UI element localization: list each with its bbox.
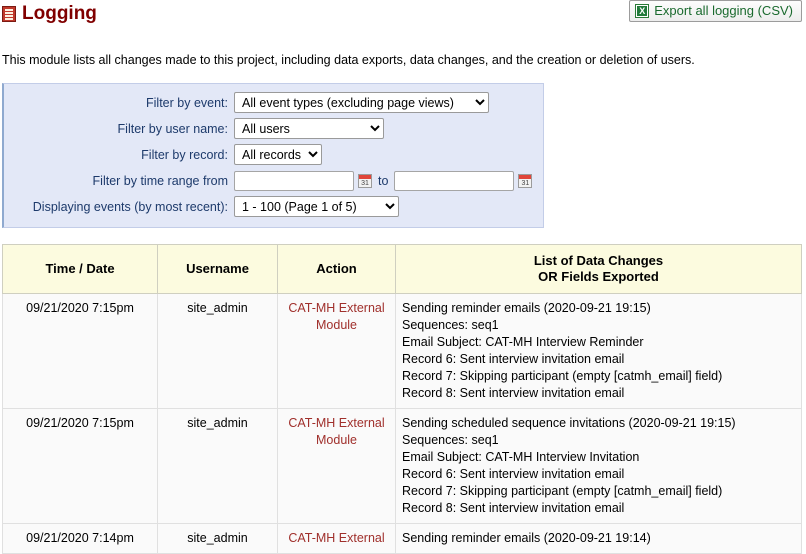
cell-action: CAT-MH External Module (277, 408, 396, 524)
displaying-events-select[interactable]: 1 - 100 (Page 1 of 5) (234, 196, 399, 217)
module-description: This module lists all changes made to th… (2, 53, 695, 67)
cell-action: CAT-MH External Module (277, 293, 396, 409)
filter-by-user-select[interactable]: All users (234, 118, 384, 139)
logging-table-body: 09/21/2020 7:15pm site_admin CAT-MH Extern… (2, 293, 802, 554)
calendar-icon-from[interactable] (358, 173, 372, 188)
filter-row-time-range: Filter by time range from to (12, 170, 535, 191)
detail-line: Email Subject: CAT-MH Interview Invitati… (402, 450, 640, 464)
column-header-details-line2: OR Fields Exported (538, 269, 659, 284)
detail-line: Record 8: Sent interview invitation emai… (402, 501, 625, 515)
page-title-text: Logging (22, 3, 97, 24)
detail-line: Sending reminder emails (2020-09-21 19:1… (402, 301, 651, 315)
filter-by-record-label: Filter by record: (141, 147, 228, 162)
export-all-logging-button[interactable]: Export all logging (CSV) (629, 0, 802, 22)
page-header: Logging Export all logging (CSV) (0, 0, 806, 30)
filter-by-record-select[interactable]: All records (234, 144, 322, 165)
table-header-row: Time / Date Username Action List of Data… (2, 244, 802, 294)
cell-time: 09/21/2020 7:15pm (2, 293, 158, 409)
report-icon (2, 6, 16, 22)
detail-line: Email Subject: CAT-MH Interview Reminder (402, 335, 644, 349)
filter-row-user: Filter by user name: All users (12, 118, 535, 139)
filter-by-time-range-label: Filter by time range from (92, 173, 228, 188)
detail-line: Record 8: Sent interview invitation emai… (402, 386, 625, 400)
time-range-to-label: to (378, 173, 389, 188)
detail-line: Record 7: Skipping participant (empty [c… (402, 484, 723, 498)
table-row: 09/21/2020 7:14pm site_admin CAT-MH Extern… (2, 523, 802, 554)
excel-icon (635, 4, 650, 18)
filter-row-displaying: Displaying events (by most recent): 1 - … (12, 196, 535, 217)
filter-by-event-select[interactable]: All event types (excluding page views) (234, 92, 489, 113)
cell-time: 09/21/2020 7:14pm (2, 523, 158, 554)
time-range-from-input[interactable] (234, 170, 354, 191)
time-range-to-input[interactable] (394, 170, 515, 191)
table-row: 09/21/2020 7:15pm site_admin CAT-MH Extern… (2, 408, 802, 524)
cell-username: site_admin (157, 408, 278, 524)
detail-line: Sequences: seq1 (402, 433, 499, 447)
filter-panel: Filter by event: All event types (exclud… (2, 83, 544, 228)
detail-line: Record 6: Sent interview invitation emai… (402, 352, 625, 366)
column-header-details-line1: List of Data Changes (533, 253, 664, 268)
cell-time: 09/21/2020 7:15pm (2, 408, 158, 524)
filter-by-user-label: Filter by user name: (117, 121, 228, 136)
cell-details: Sending scheduled sequence invitations (… (395, 408, 802, 524)
detail-line: Record 7: Skipping participant (empty [c… (402, 369, 723, 383)
filter-row-event: Filter by event: All event types (exclud… (12, 92, 535, 113)
table-row: 09/21/2020 7:15pm site_admin CAT-MH Extern… (2, 293, 802, 409)
cell-username: site_admin (157, 523, 278, 554)
displaying-events-label: Displaying events (by most recent): (32, 199, 228, 214)
detail-line: Sending scheduled sequence invitations (… (402, 416, 736, 430)
detail-line: Sequences: seq1 (402, 318, 499, 332)
detail-line: Record 6: Sent interview invitation emai… (402, 467, 625, 481)
logging-table: Time / Date Username Action List of Data… (2, 244, 802, 554)
cell-details: Sending reminder emails (2020-09-21 19:1… (395, 293, 802, 409)
filter-row-record: Filter by record: All records (12, 144, 535, 165)
calendar-icon-to[interactable] (518, 173, 533, 188)
export-button-label: Export all logging (CSV) (654, 3, 793, 18)
column-header-details: List of Data Changes OR Fields Exported (395, 244, 802, 294)
column-header-username: Username (157, 244, 278, 294)
column-header-time: Time / Date (2, 244, 158, 294)
cell-details: Sending reminder emails (2020-09-21 19:1… (395, 523, 802, 554)
column-header-action: Action (277, 244, 396, 294)
filter-by-event-label: Filter by event: (146, 95, 228, 110)
cell-username: site_admin (157, 293, 278, 409)
page-title: Logging (2, 2, 97, 26)
cell-action: CAT-MH External (277, 523, 396, 554)
